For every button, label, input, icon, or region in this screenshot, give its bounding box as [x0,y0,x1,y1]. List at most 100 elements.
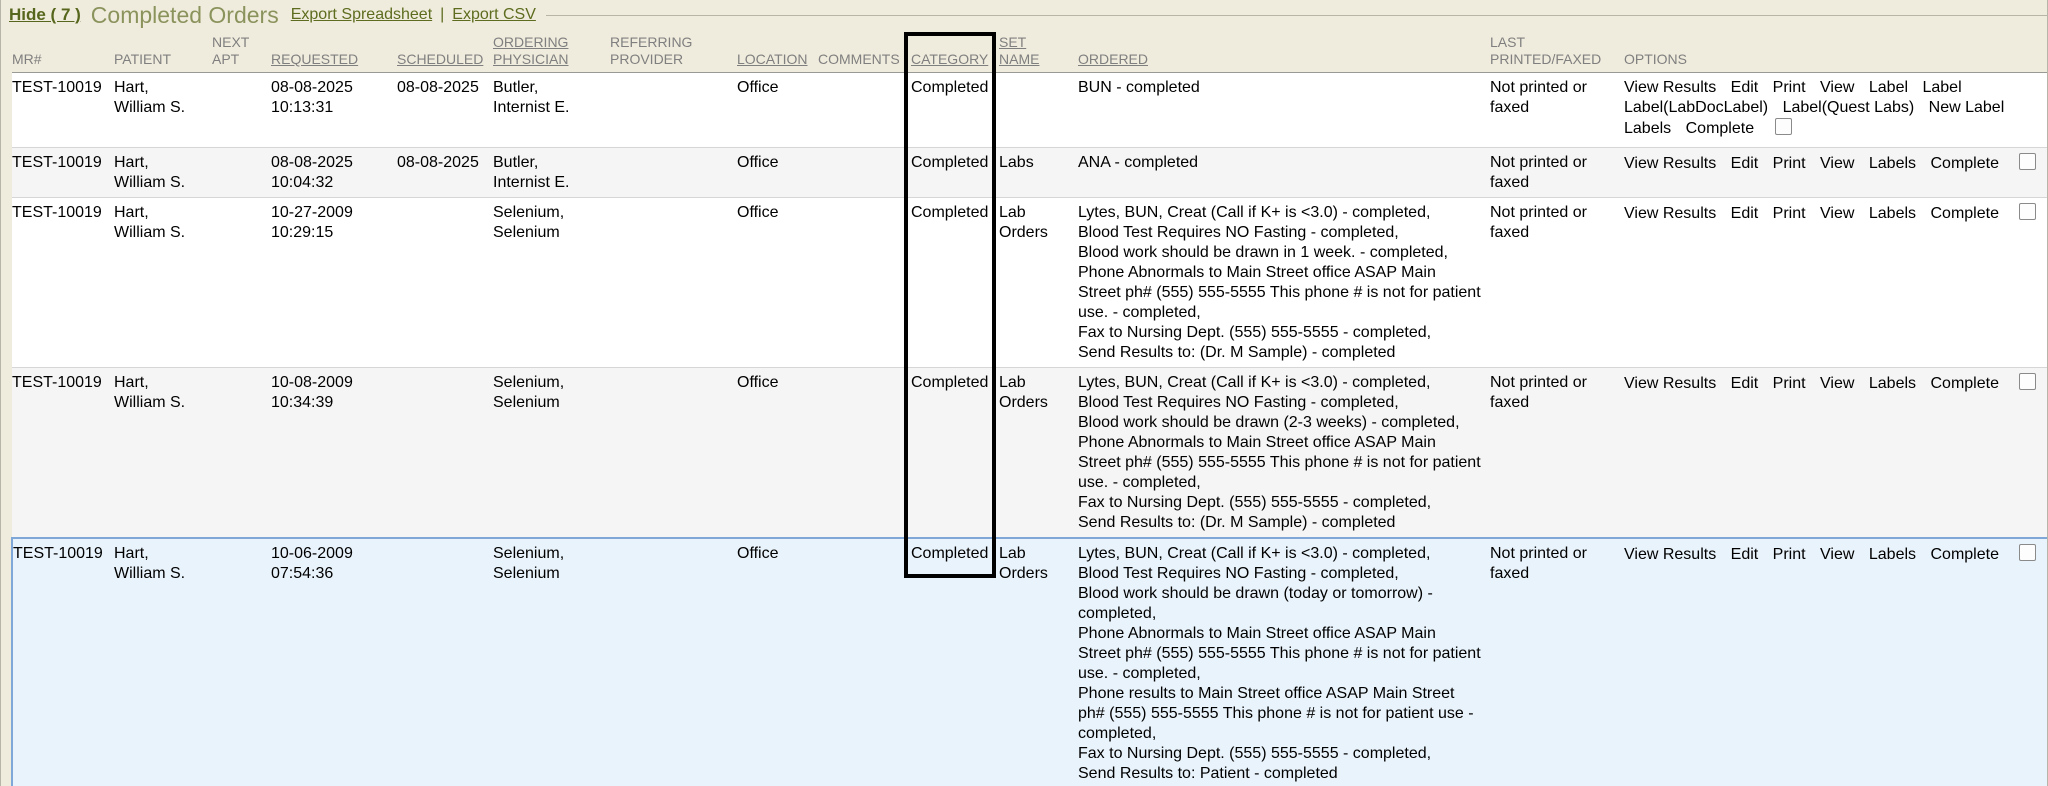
complete-checkbox[interactable] [2019,544,2036,561]
new-label-link[interactable]: New Label [1929,98,2005,118]
print-link[interactable]: Print [1773,545,1806,565]
print-link[interactable]: Print [1773,154,1806,174]
view-link[interactable]: View [1820,154,1854,174]
cell-ordered: Lytes, BUN, Creat (Call if K+ is <3.0) -… [1078,368,1490,539]
cell-patient: Hart, William S. [114,538,212,786]
order-row-2[interactable]: TEST-10019 Hart, William S. 08-08-2025 1… [12,148,2048,198]
view-link[interactable]: View [1820,78,1854,98]
cell-ordering-physician: Butler, Internist E. [493,148,610,198]
cell-next-apt [212,368,271,539]
print-link[interactable]: Print [1773,374,1806,394]
column-header-next-apt: NEXT APT [212,30,271,73]
cell-options: View Results Edit Print View Labels Comp… [1624,198,2048,368]
cell-mr: TEST-10019 [12,538,114,786]
complete-link[interactable]: Complete [1686,119,1754,139]
column-header-options: OPTIONS [1624,30,2048,73]
cell-patient: Hart, William S. [114,73,212,148]
complete-link[interactable]: Complete [1930,154,1998,174]
complete-checkbox[interactable] [1775,118,1792,135]
cell-next-apt [212,73,271,148]
column-header-ordering-physician[interactable]: ORDERING PHYSICIAN [493,30,610,73]
cell-location: Office [737,148,818,198]
cell-comments [818,368,911,539]
cell-category: Completed [911,148,999,198]
labels-link[interactable]: Labels [1869,374,1916,394]
column-header-set-name[interactable]: SET NAME [999,30,1078,73]
column-header-comments: COMMENTS [818,30,911,73]
edit-link[interactable]: Edit [1731,374,1759,394]
column-header-requested[interactable]: REQUESTED [271,30,397,73]
view-results-link[interactable]: View Results [1624,78,1716,98]
complete-checkbox[interactable] [2019,153,2036,170]
cell-next-apt [212,538,271,786]
view-link[interactable]: View [1820,374,1854,394]
cell-scheduled [397,368,493,539]
cell-last-printed-faxed: Not printed or faxed [1490,198,1624,368]
edit-link[interactable]: Edit [1731,78,1759,98]
labels-link[interactable]: Labels [1869,154,1916,174]
edit-link[interactable]: Edit [1731,204,1759,224]
print-link[interactable]: Print [1773,78,1806,98]
column-header-location[interactable]: LOCATION [737,30,818,73]
cell-options: View Results Edit Print View Labels Comp… [1624,148,2048,198]
column-header-referring-provider: REFERRING PROVIDER [610,30,737,73]
label-link[interactable]: Label [1869,78,1908,98]
label-quest-labs-link[interactable]: Label(Quest Labs) [1783,98,1915,118]
export-links-separator: | [440,6,444,24]
cell-ordered: Lytes, BUN, Creat (Call if K+ is <3.0) -… [1078,538,1490,786]
cell-set-name: Lab Orders [999,538,1078,786]
view-link[interactable]: View [1820,204,1854,224]
cell-referring-provider [610,368,737,539]
cell-referring-provider [610,73,737,148]
column-header-ordered[interactable]: ORDERED [1078,30,1490,73]
cell-last-printed-faxed: Not printed or faxed [1490,368,1624,539]
cell-requested: 08-08-2025 10:04:32 [271,148,397,198]
cell-patient: Hart, William S. [114,148,212,198]
complete-link[interactable]: Complete [1930,374,1998,394]
complete-checkbox[interactable] [2019,373,2036,390]
cell-location: Office [737,73,818,148]
cell-category: Completed [911,73,999,148]
cell-ordered: Lytes, BUN, Creat (Call if K+ is <3.0) -… [1078,198,1490,368]
edit-link[interactable]: Edit [1731,545,1759,565]
cell-mr: TEST-10019 [12,368,114,539]
export-csv-link[interactable]: Export CSV [452,6,536,24]
cell-set-name: Lab Orders [999,198,1078,368]
column-header-patient: PATIENT [114,30,212,73]
cell-scheduled: 08-08-2025 [397,148,493,198]
labels-link[interactable]: Labels [1869,545,1916,565]
view-results-link[interactable]: View Results [1624,374,1716,394]
column-header-scheduled[interactable]: SCHEDULED [397,30,493,73]
column-header-category[interactable]: CATEGORY [911,30,999,73]
view-results-link[interactable]: View Results [1624,204,1716,224]
order-row-3[interactable]: TEST-10019 Hart, William S. 10-27-2009 1… [12,198,2048,368]
cell-category: Completed [911,368,999,539]
order-row-1[interactable]: TEST-10019 Hart, William S. 08-08-2025 1… [12,73,2048,148]
export-spreadsheet-link[interactable]: Export Spreadsheet [291,6,432,24]
print-link[interactable]: Print [1773,204,1806,224]
label-labdoclabel-link[interactable]: Label(LabDocLabel) [1624,98,1768,118]
cell-last-printed-faxed: Not printed or faxed [1490,148,1624,198]
hide-link[interactable]: Hide ( 7 ) [9,5,81,25]
cell-location: Office [737,538,818,786]
view-link[interactable]: View [1820,545,1854,565]
complete-checkbox[interactable] [2019,203,2036,220]
label-link-2[interactable]: Label [1922,78,1961,98]
labels-link[interactable]: Labels [1624,119,1671,139]
completed-orders-panel: Hide ( 7 ) Completed Orders Export Sprea… [0,0,2048,786]
complete-link[interactable]: Complete [1930,204,1998,224]
order-row-4[interactable]: TEST-10019 Hart, William S. 10-08-2009 1… [12,368,2048,539]
view-results-link[interactable]: View Results [1624,154,1716,174]
cell-set-name: Lab Orders [999,368,1078,539]
cell-requested: 10-27-2009 10:29:15 [271,198,397,368]
view-results-link[interactable]: View Results [1624,545,1716,565]
cell-scheduled [397,538,493,786]
complete-link[interactable]: Complete [1930,545,1998,565]
cell-scheduled: 08-08-2025 [397,73,493,148]
edit-link[interactable]: Edit [1731,154,1759,174]
cell-requested: 10-06-2009 07:54:36 [271,538,397,786]
order-row-5-selected[interactable]: TEST-10019 Hart, William S. 10-06-2009 0… [12,538,2048,786]
cell-referring-provider [610,538,737,786]
cell-ordered: BUN - completed [1078,73,1490,148]
labels-link[interactable]: Labels [1869,204,1916,224]
